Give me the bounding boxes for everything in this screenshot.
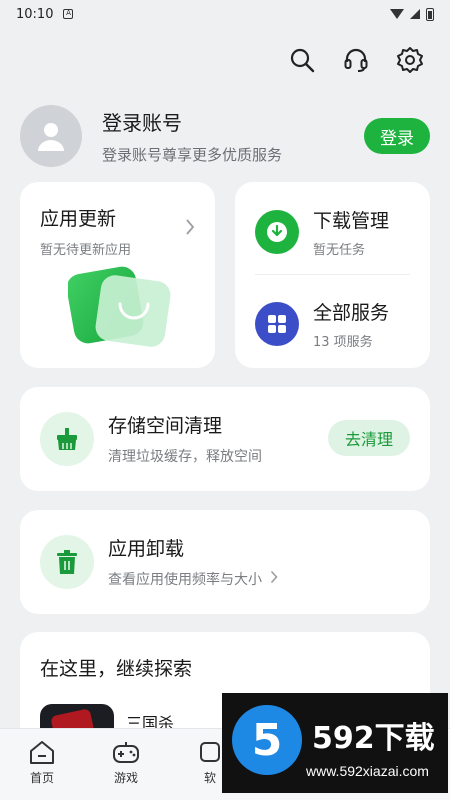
status-bar: 10:10 A	[0, 0, 450, 28]
login-subtitle: 登录账号尊享更多优质服务	[102, 146, 283, 164]
update-illustration-icon	[66, 264, 188, 354]
watermark-logo-icon: 5	[232, 705, 302, 775]
app-uninstall-title: 应用卸载	[108, 538, 185, 560]
all-services-title: 全部服务	[313, 302, 390, 324]
chevron-right-icon	[185, 218, 195, 240]
app-update-card[interactable]: 应用更新 暂无待更新应用	[20, 182, 215, 368]
storage-cleanup-card[interactable]: 存储空间清理 清理垃圾缓存，释放空间 去清理	[20, 387, 430, 491]
storage-cleanup-title: 存储空间清理	[108, 415, 223, 437]
clean-button[interactable]: 去清理	[328, 420, 410, 456]
nav-games[interactable]: 游戏	[84, 729, 168, 800]
gamepad-icon	[113, 742, 139, 763]
nav-games-label: 游戏	[113, 771, 138, 785]
app-update-title: 应用更新	[40, 208, 117, 230]
headset-icon[interactable]	[342, 46, 370, 74]
status-time: 10:10	[16, 6, 54, 22]
storage-cleanup-subtitle: 清理垃圾缓存，释放空间	[108, 449, 262, 465]
battery-icon	[426, 7, 434, 21]
explore-title: 在这里，继续探索	[40, 658, 193, 680]
download-manager-title: 下载管理	[313, 210, 390, 232]
watermark-title: 592下载	[312, 721, 435, 756]
nav-apps-label: 软	[203, 771, 216, 785]
app-update-subtitle: 暂无待更新应用	[40, 243, 132, 258]
top-toolbar	[288, 46, 424, 74]
downloads-services-card: 下载管理 暂无任务 全部服务 13 项服务	[235, 182, 430, 368]
search-icon[interactable]	[288, 46, 316, 74]
home-icon	[30, 741, 54, 764]
status-indicators	[390, 7, 434, 21]
gear-icon[interactable]	[396, 46, 424, 74]
watermark-url: www.592xiazai.com	[306, 763, 429, 779]
trash-icon	[40, 534, 94, 589]
grid-icon	[255, 302, 299, 346]
divider	[255, 274, 410, 275]
login-button[interactable]: 登录	[364, 118, 430, 154]
notification-icon: A	[63, 9, 74, 19]
avatar[interactable]	[20, 105, 82, 167]
download-manager-subtitle: 暂无任务	[313, 243, 366, 258]
watermark: 5 592下载 www.592xiazai.com	[222, 693, 448, 793]
broom-icon	[40, 411, 94, 466]
wifi-icon	[390, 9, 404, 19]
nav-home[interactable]: 首页	[0, 729, 84, 800]
apps-icon	[200, 742, 220, 762]
app-uninstall-subtitle: 查看应用使用频率与大小	[108, 572, 262, 588]
nav-home-label: 首页	[29, 771, 54, 785]
profile-section: 登录账号 登录账号尊享更多优质服务 登录	[20, 104, 430, 168]
signal-icon	[410, 9, 420, 19]
chevron-right-icon	[270, 570, 278, 588]
all-services-item[interactable]: 全部服务 13 项服务	[255, 298, 389, 350]
all-services-subtitle: 13 项服务	[313, 335, 373, 350]
login-title[interactable]: 登录账号	[102, 107, 282, 136]
download-manager-item[interactable]: 下载管理 暂无任务	[255, 206, 389, 258]
download-icon	[255, 210, 299, 254]
app-uninstall-card[interactable]: 应用卸载 查看应用使用频率与大小	[20, 510, 430, 614]
